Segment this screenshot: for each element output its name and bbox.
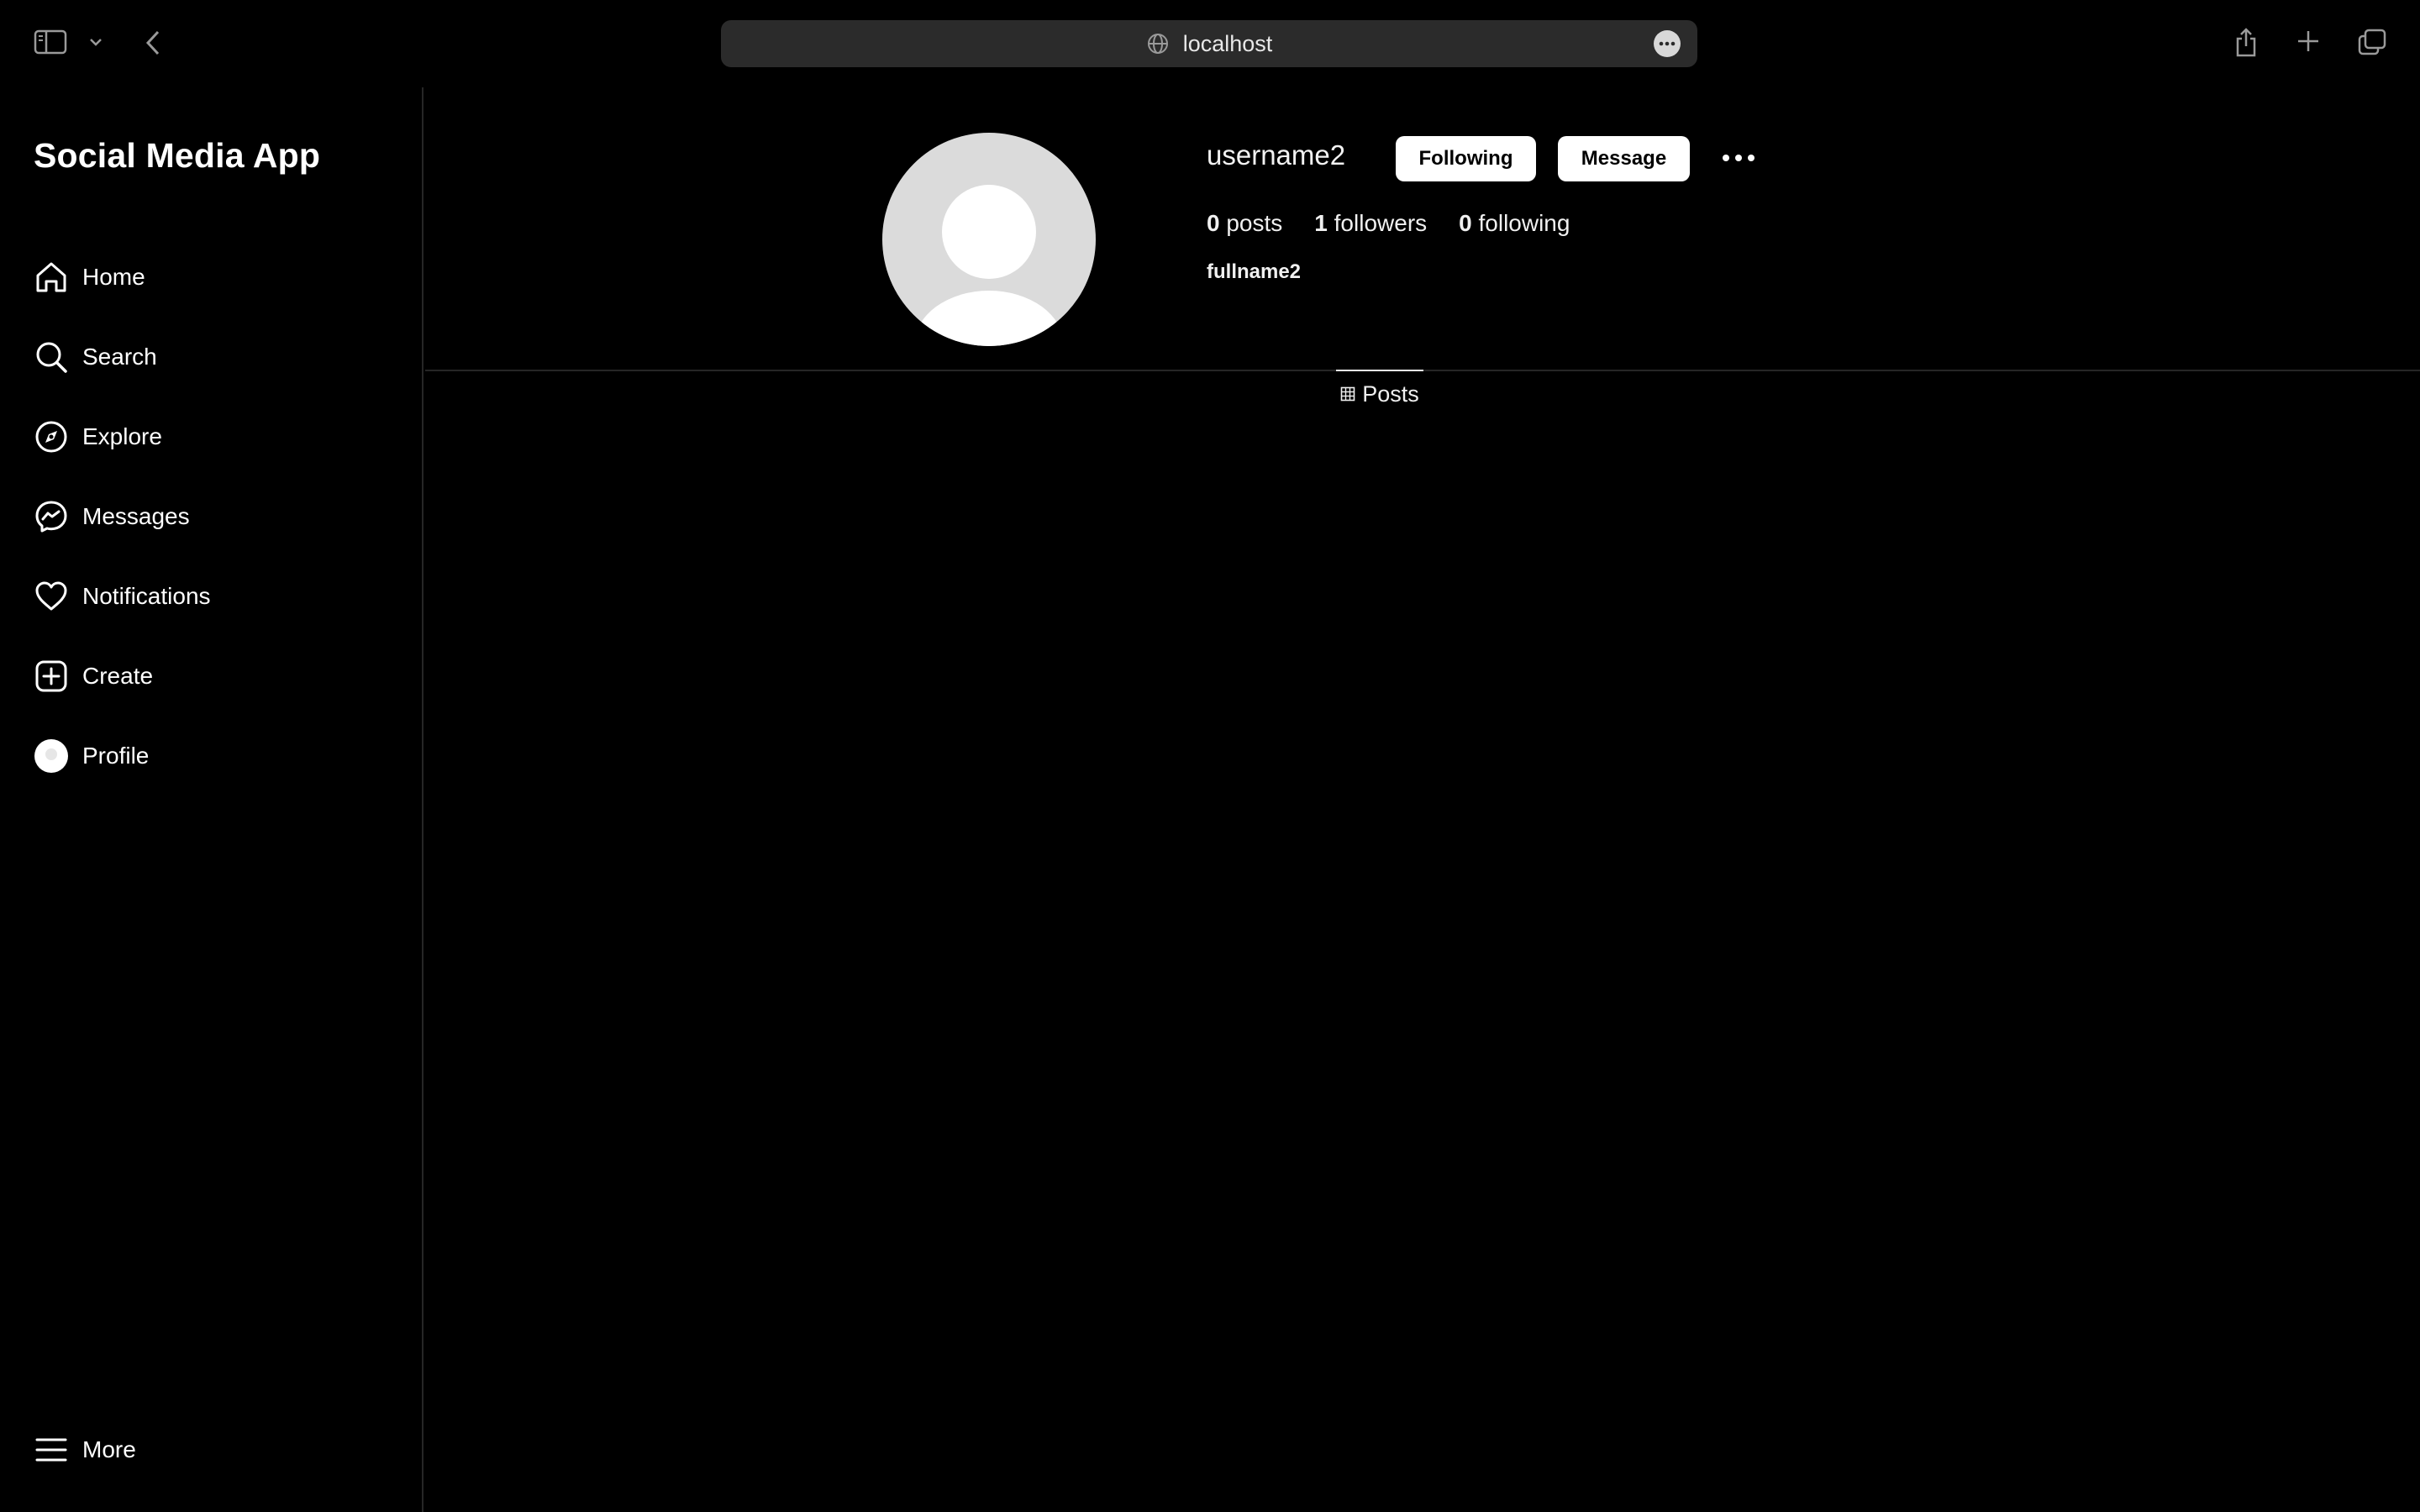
- sidebar-item-label: Messages: [82, 503, 190, 529]
- sidebar-item-messages[interactable]: Messages: [34, 493, 403, 540]
- sidebar-toggle-icon[interactable]: [34, 29, 67, 55]
- app-title[interactable]: Social Media App: [34, 136, 320, 176]
- sidebar-item-label: Search: [82, 344, 157, 370]
- followers-label: followers: [1334, 210, 1428, 236]
- grid-icon: [1340, 386, 1355, 402]
- sidebar-item-notifications[interactable]: Notifications: [34, 573, 403, 620]
- followers-count: 1: [1314, 210, 1328, 236]
- profile-avatar[interactable]: [882, 133, 1096, 346]
- profile-stats: 0 posts 1 followers 0 following: [1207, 210, 1602, 237]
- sidebar-item-explore[interactable]: Explore: [34, 413, 403, 460]
- profile-fullname: fullname2: [1207, 260, 1302, 283]
- avatar-body-shape: [914, 291, 1064, 346]
- sidebar-item-label: Profile: [82, 743, 150, 769]
- posts-stat: 0 posts: [1207, 210, 1282, 237]
- share-icon[interactable]: [2232, 25, 2260, 59]
- plus-square-icon: [34, 659, 69, 694]
- following-button[interactable]: Following: [1396, 136, 1536, 181]
- avatar-head-shape: [942, 185, 1036, 279]
- more-options-icon[interactable]: [1721, 143, 1756, 173]
- sidebar-item-label: More: [82, 1436, 136, 1462]
- avatar-icon: [34, 738, 69, 774]
- search-icon: [34, 339, 69, 375]
- posts-count: 0: [1207, 210, 1220, 236]
- sidebar-item-home[interactable]: Home: [34, 254, 403, 301]
- browser-toolbar: localhost: [0, 0, 2420, 87]
- new-tab-icon[interactable]: [2294, 27, 2323, 55]
- sidebar-item-search[interactable]: Search: [34, 333, 403, 381]
- sidebar-item-more[interactable]: More: [34, 1426, 403, 1473]
- tab-posts[interactable]: Posts: [1336, 370, 1423, 417]
- posts-label: posts: [1226, 210, 1283, 236]
- following-label: following: [1478, 210, 1570, 236]
- compass-icon: [34, 419, 69, 454]
- sidebar-item-label: Create: [82, 663, 154, 689]
- followers-stat[interactable]: 1 followers: [1314, 210, 1427, 237]
- sidebar: Social Media App Home Search Explore Mes…: [0, 87, 424, 1512]
- message-button[interactable]: Message: [1558, 136, 1690, 181]
- profile-page: username2 Following Message 0 posts 1 fo…: [425, 87, 2420, 1512]
- sidebar-item-label: Home: [82, 264, 145, 290]
- following-count: 0: [1459, 210, 1472, 236]
- home-icon: [34, 260, 69, 295]
- sidebar-item-create[interactable]: Create: [34, 653, 403, 700]
- sidebar-item-label: Explore: [82, 423, 162, 449]
- tabs-overview-icon[interactable]: [2356, 27, 2388, 57]
- following-stat[interactable]: 0 following: [1459, 210, 1570, 237]
- heart-icon: [34, 579, 69, 614]
- sidebar-item-profile[interactable]: Profile: [34, 732, 403, 780]
- back-icon[interactable]: [141, 29, 165, 57]
- globe-icon: [1146, 32, 1170, 55]
- chevron-down-icon[interactable]: [87, 34, 104, 50]
- sidebar-item-label: Notifications: [82, 583, 211, 609]
- menu-icon: [34, 1432, 69, 1467]
- messenger-icon: [34, 499, 69, 534]
- tab-posts-label: Posts: [1362, 381, 1419, 407]
- page-menu-icon[interactable]: [1654, 30, 1681, 57]
- profile-username: username2: [1207, 139, 1346, 171]
- url-text: localhost: [1182, 30, 1273, 56]
- url-bar[interactable]: localhost: [721, 20, 1697, 67]
